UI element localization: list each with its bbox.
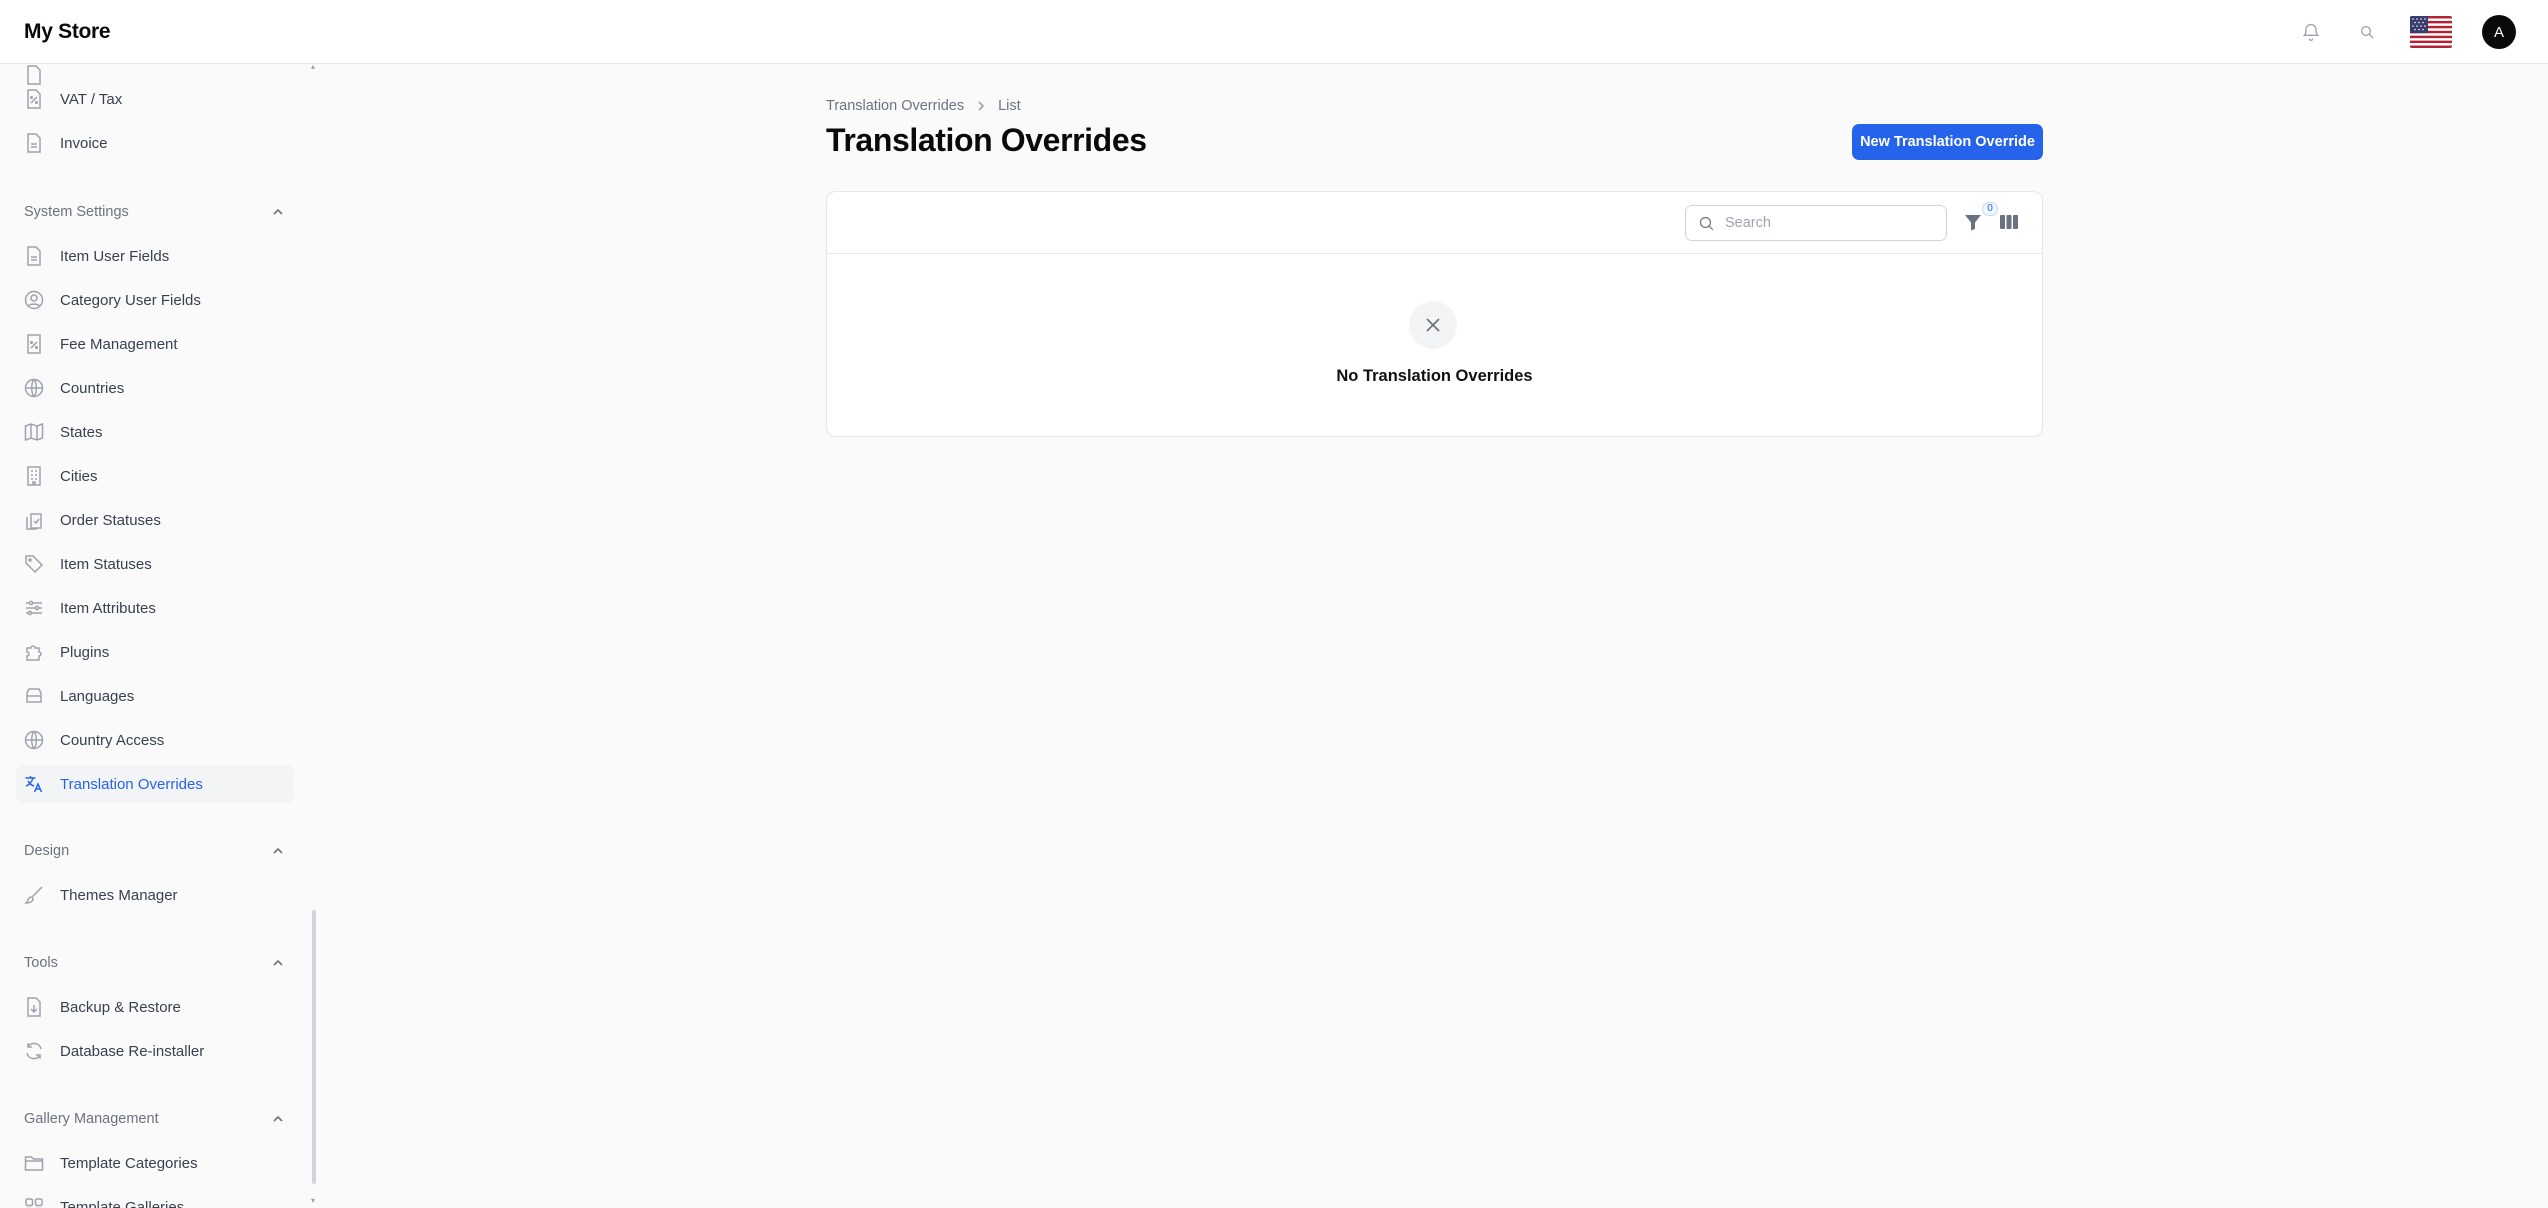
empty-state-x-icon <box>1409 301 1457 349</box>
table-toolbar: 0 <box>827 192 2042 254</box>
sidebar-item-plugins[interactable]: Plugins <box>16 633 294 671</box>
sidebar-item-item-user-fields[interactable]: Item User Fields <box>16 237 294 275</box>
sidebar-item-states[interactable]: States <box>16 413 294 451</box>
chevron-right-icon <box>978 101 985 111</box>
page-title: Translation Overrides <box>826 122 1147 158</box>
avatar[interactable]: A <box>2482 15 2516 49</box>
sidebar-item-label: Order Statuses <box>60 511 161 529</box>
user-circle-icon <box>24 290 44 310</box>
breadcrumb-current: List <box>998 98 1021 114</box>
globe-icon <box>24 378 44 398</box>
sidebar-item-label: VAT / Tax <box>60 90 123 108</box>
download-document-icon <box>24 997 44 1017</box>
sidebar-item-label: Template Galleries <box>60 1198 185 1208</box>
sidebar-item-label: Category User Fields <box>60 291 201 309</box>
us-flag-icon[interactable] <box>2410 16 2452 48</box>
percent-document-icon <box>24 89 44 109</box>
bell-icon[interactable] <box>2298 19 2324 45</box>
group-system-settings[interactable]: System Settings <box>24 200 284 224</box>
sidebar-item-themes-manager[interactable]: Themes Manager <box>16 876 294 914</box>
sidebar-item-category-user-fields[interactable]: Category User Fields <box>16 281 294 319</box>
sidebar-item-item-attributes[interactable]: Item Attributes <box>16 589 294 627</box>
scroll-up-arrow[interactable]: ▴ <box>311 62 315 71</box>
sidebar-item-order-statuses[interactable]: Order Statuses <box>16 501 294 539</box>
sidebar-scrollbar[interactable] <box>312 910 316 1184</box>
sidebar-item-cities[interactable]: Cities <box>16 457 294 495</box>
group-gallery-management[interactable]: Gallery Management <box>24 1107 284 1131</box>
search-icon[interactable] <box>2354 19 2380 45</box>
group-design[interactable]: Design <box>24 839 284 863</box>
sidebar-item-label: Item User Fields <box>60 247 170 265</box>
breadcrumb: Translation Overrides List <box>826 96 1021 116</box>
sidebar-item-backup-restore[interactable]: Backup & Restore <box>16 988 294 1026</box>
sidebar-item-label: States <box>60 423 103 441</box>
filter-count-badge: 0 <box>1982 202 1998 216</box>
sidebar-item-label: Languages <box>60 687 135 705</box>
document-icon <box>24 246 44 266</box>
search-field[interactable] <box>1685 205 1947 241</box>
sidebar-item-vat-tax[interactable]: VAT / Tax <box>16 80 294 118</box>
chevron-up-icon <box>273 847 283 854</box>
globe-icon <box>24 730 44 750</box>
language-icon <box>24 774 44 794</box>
sidebar-item-label: Plugins <box>60 643 110 661</box>
top-actions: A <box>2298 0 2516 64</box>
sidebar-item-countries[interactable]: Countries <box>16 369 294 407</box>
sidebar-item-label: Template Categories <box>60 1154 198 1172</box>
chevron-up-icon <box>273 1115 283 1122</box>
percent-document-icon <box>24 334 44 354</box>
sidebar-item-label: Invoice <box>60 134 108 152</box>
empty-state-message: No Translation Overrides <box>1336 367 1533 385</box>
search-input[interactable] <box>1725 215 1925 231</box>
sidebar-item-label: Item Statuses <box>60 555 152 573</box>
sidebar-item-label: Fee Management <box>60 335 178 353</box>
building-icon <box>24 466 44 486</box>
sidebar-item-label: Item Attributes <box>60 599 156 617</box>
top-bar: My Store <box>0 0 2548 64</box>
sidebar-item-template-categories[interactable]: Template Categories <box>16 1144 294 1182</box>
clipboard-icon <box>24 510 44 530</box>
document-icon <box>24 133 44 153</box>
brand-logo[interactable]: My Store <box>24 20 111 44</box>
group-title: Tools <box>24 955 58 971</box>
group-title: System Settings <box>24 204 129 220</box>
table-card: 0 No Translation Overrides <box>826 191 2043 437</box>
sidebar-item-label: Backup & Restore <box>60 998 181 1016</box>
group-title: Design <box>24 843 70 859</box>
new-translation-override-button[interactable]: New Translation Override <box>1852 124 2043 160</box>
refresh-icon <box>24 1041 44 1061</box>
sidebar-item-template-galleries[interactable]: Template Galleries <box>16 1188 294 1208</box>
sidebar-item-label: Countries <box>60 379 125 397</box>
tag-icon <box>24 554 44 574</box>
chevron-up-icon <box>273 959 283 966</box>
inbox-stack-icon <box>24 686 44 706</box>
search-icon <box>1699 216 1714 230</box>
puzzle-icon <box>24 642 44 662</box>
sliders-icon <box>24 598 44 618</box>
sidebar-item-translation-overrides[interactable]: Translation Overrides <box>16 765 294 803</box>
scroll-down-arrow[interactable]: ▾ <box>311 1196 315 1205</box>
chevron-up-icon <box>273 208 283 215</box>
group-title: Gallery Management <box>24 1111 159 1127</box>
folder-icon <box>24 1153 44 1173</box>
sidebar-item-item-statuses[interactable]: Item Statuses <box>16 545 294 583</box>
group-tools[interactable]: Tools <box>24 951 284 975</box>
sidebar: VAT / Tax Invoice System Settings Item U… <box>0 64 316 1208</box>
grid-icon <box>24 1197 44 1208</box>
sidebar-item-fee-management[interactable]: Fee Management <box>16 325 294 363</box>
sidebar-item-languages[interactable]: Languages <box>16 677 294 715</box>
sidebar-item-label: Themes Manager <box>60 886 178 904</box>
breadcrumb-parent-link[interactable]: Translation Overrides <box>826 98 964 114</box>
sidebar-item-label: Cities <box>60 467 98 485</box>
sidebar-item-label: Translation Overrides <box>60 775 203 793</box>
filter-icon[interactable] <box>1963 212 1985 234</box>
sidebar-item-invoice[interactable]: Invoice <box>16 124 294 162</box>
sidebar-item-database-reinstaller[interactable]: Database Re-installer <box>16 1032 294 1070</box>
sidebar-item-label: Country Access <box>60 731 165 749</box>
paint-brush-icon <box>24 885 44 905</box>
sidebar-item-country-access[interactable]: Country Access <box>16 721 294 759</box>
sidebar-item-label: Database Re-installer <box>60 1042 205 1060</box>
columns-icon[interactable] <box>1999 213 2021 233</box>
map-icon <box>24 422 44 442</box>
